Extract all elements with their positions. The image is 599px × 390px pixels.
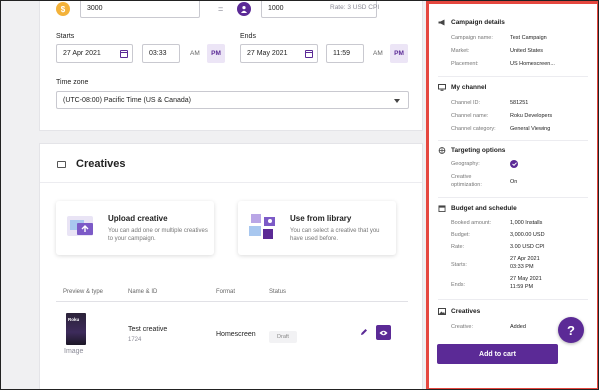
calendar-icon[interactable] (120, 50, 128, 58)
booked-amount-key: Booked amount: (451, 220, 492, 226)
creative-thumbnail[interactable]: Roku (66, 313, 86, 345)
dollar-coin-icon: $ (56, 2, 70, 16)
creatives-title: Creatives (76, 158, 126, 170)
library-desc: You can select a creative that you have … (290, 228, 380, 242)
budget-value: 3,000.00 USD (510, 232, 545, 238)
view-button[interactable] (376, 325, 391, 340)
campaign-name-key: Campaign name: (451, 35, 493, 41)
ends-time-value: 11:59 PM (510, 284, 534, 290)
placement-value: US Homescreen... (510, 61, 555, 67)
creative-name: Test creative (128, 326, 168, 333)
add-to-cart-button[interactable]: Add to cart (437, 344, 558, 364)
person-circle-icon (237, 2, 251, 16)
chevron-down-icon (394, 99, 400, 103)
library-illustration-icon (249, 214, 275, 239)
market-value: United States (510, 48, 544, 54)
rate-value: 3.00 USD CPI (510, 244, 545, 250)
pencil-icon[interactable] (360, 328, 368, 336)
table-header-divider (56, 301, 408, 302)
installs-input[interactable]: 3000 (80, 1, 200, 18)
status-badge: Draft (269, 331, 297, 343)
equals-sign: = (218, 4, 224, 14)
timezone-value: (UTC-08:00) Pacific Time (US & Canada) (63, 96, 191, 104)
upload-creative-option[interactable]: Upload creative You can add one or multi… (56, 201, 214, 255)
thumbnail-tag: Roku (68, 317, 80, 322)
monitor-icon (438, 84, 446, 91)
column-header-status: Status (269, 289, 287, 295)
creative-optimization-value: On (510, 179, 518, 185)
end-time-field[interactable]: 11:59 (326, 44, 364, 63)
column-header-preview: Preview & type (63, 289, 104, 295)
divider (40, 182, 422, 183)
end-pm-option[interactable]: PM (390, 44, 408, 63)
starts-time-value: 03:33 PM (510, 264, 534, 270)
start-am-option[interactable]: AM (190, 50, 200, 57)
library-title: Use from library (290, 214, 352, 223)
calendar-icon[interactable] (305, 50, 313, 58)
image-icon (57, 161, 66, 168)
creative-optimization-key-line2: optimization: (451, 182, 482, 188)
creative-key: Creative: (451, 324, 474, 330)
starts-date-value: 27 Apr 2021 (510, 256, 540, 262)
creatives-summary-title: Creatives (451, 308, 481, 315)
my-channel-title: My channel (451, 84, 487, 91)
channel-category-value: General Viewing (510, 126, 551, 132)
divider (438, 299, 588, 300)
creative-type: Image (64, 348, 84, 355)
creatives-card: Creatives Upload creative You can add on… (39, 143, 423, 389)
timezone-select[interactable]: (UTC-08:00) Pacific Time (US & Canada) (56, 91, 409, 109)
starts-label: Starts (56, 33, 75, 40)
column-header-name: Name & ID (128, 289, 158, 295)
channel-id-key: Channel ID: (451, 100, 481, 106)
channel-name-key: Channel name: (451, 113, 489, 119)
schedule-card: $ 3000 = 1000 Rate: 3 USD CPI Starts 27 … (39, 1, 423, 131)
column-header-format: Format (216, 289, 236, 295)
geography-key: Geography: (451, 161, 480, 167)
rate-key: Rate: (451, 244, 465, 250)
ends-label: Ends (240, 33, 256, 40)
market-key: Market: (451, 48, 470, 54)
divider (438, 76, 588, 77)
divider (438, 140, 588, 141)
check-icon (510, 160, 518, 168)
divider (438, 197, 588, 198)
budget-key: Budget: (451, 232, 470, 238)
target-icon (438, 147, 446, 154)
start-time-field[interactable]: 03:33 (142, 44, 180, 63)
library-option[interactable]: Use from library You can select a creati… (238, 201, 396, 255)
eye-icon (379, 330, 388, 335)
timezone-label: Time zone (56, 79, 89, 86)
end-am-option[interactable]: AM (373, 50, 383, 57)
campaign-details-title: Campaign details (451, 19, 505, 26)
ends-key: Ends: (451, 282, 466, 288)
upload-illustration-icon (67, 216, 93, 236)
channel-name-value: Roku Developers (510, 113, 553, 119)
creative-value: Added (510, 324, 526, 330)
targeting-title: Targeting options (451, 147, 506, 154)
starts-key: Starts: (451, 262, 467, 268)
booked-amount-value: 1,000 Installs (510, 220, 543, 226)
image-icon (438, 308, 446, 315)
channel-id-value: 581251 (510, 100, 529, 106)
campaign-name-value: Test Campaign (510, 35, 547, 41)
channel-category-key: Channel category: (451, 126, 496, 132)
creative-format: Homescreen (216, 331, 256, 338)
upload-creative-title: Upload creative (108, 214, 168, 223)
megaphone-icon (438, 19, 445, 26)
creative-optimization-key: Creative (451, 174, 472, 180)
budget-schedule-title: Budget and schedule (451, 205, 517, 212)
ends-date-value: 27 May 2021 (510, 276, 542, 282)
placement-key: Placement: (451, 61, 479, 67)
calendar-summary-icon (438, 205, 446, 212)
creative-id: 1724 (128, 337, 142, 343)
help-button[interactable]: ? (558, 317, 584, 343)
upload-creative-desc: You can add one or multiple creatives to… (108, 228, 208, 242)
start-pm-option[interactable]: PM (207, 44, 225, 63)
app-frame: $ 3000 = 1000 Rate: 3 USD CPI Starts 27 … (0, 0, 599, 390)
rate-text: Rate: 3 USD CPI (330, 4, 380, 11)
